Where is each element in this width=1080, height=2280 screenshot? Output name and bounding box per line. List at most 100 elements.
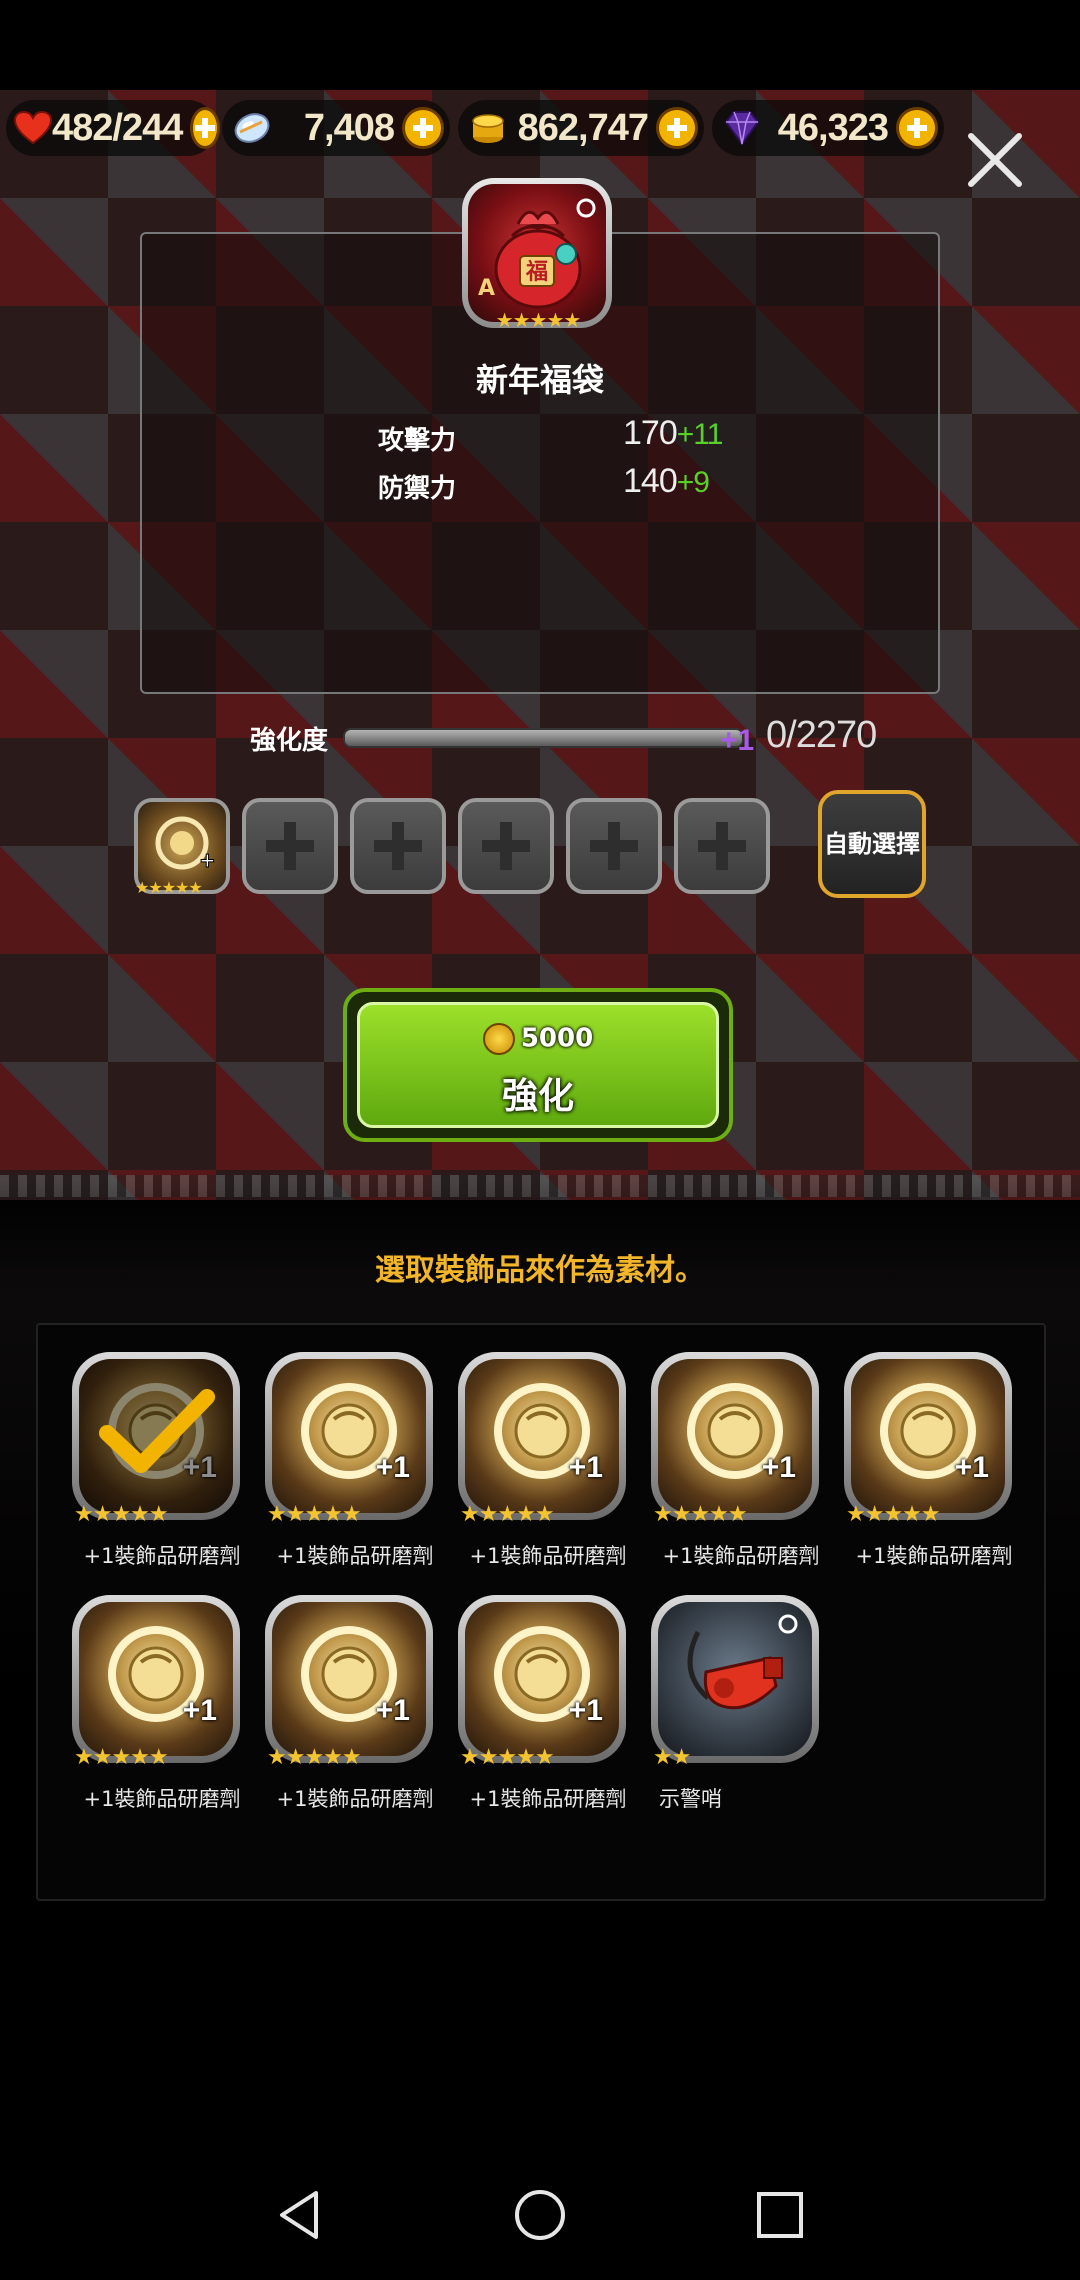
coin-icon xyxy=(482,1023,515,1055)
material-slot-5[interactable] xyxy=(566,798,662,894)
recents-icon[interactable] xyxy=(750,2185,810,2245)
add-slot-icon xyxy=(590,822,638,870)
material-label: +1裝飾品研磨劑 xyxy=(469,1544,627,1568)
material-plus: +1 xyxy=(375,1694,410,1727)
crystal-value: 7,408 xyxy=(303,106,395,149)
material-frame: +1 xyxy=(458,1595,626,1763)
material-slot-2[interactable] xyxy=(242,798,338,894)
equipment-stars: ★★★★★ xyxy=(495,308,582,332)
status-bar-area xyxy=(0,0,1080,90)
polish-orb-icon: +1 xyxy=(465,1602,619,1756)
material-plus: +1 xyxy=(761,1451,796,1484)
material-stars: ★★★★★ xyxy=(846,1502,941,1527)
polish-orb-icon: +1 xyxy=(79,1359,233,1513)
equipment-icon[interactable]: 福 A xyxy=(462,178,612,328)
material-frame: +1 xyxy=(72,1595,240,1763)
add-slot-icon xyxy=(266,822,314,870)
back-icon[interactable] xyxy=(270,2185,330,2245)
material-stars: ★★★★★ xyxy=(460,1745,555,1770)
add-slot-icon xyxy=(374,822,422,870)
material-slot-6[interactable] xyxy=(674,798,770,894)
add-gold-button[interactable] xyxy=(656,107,698,149)
material-plus: +1 xyxy=(954,1451,989,1484)
material-label: +1裝飾品研磨劑 xyxy=(83,1544,241,1568)
purple-gem-icon xyxy=(720,106,764,150)
material-item[interactable]: +1 ★★★★★ +1裝飾品研磨劑 xyxy=(265,1352,435,1568)
slot-plus-text: +1 xyxy=(199,848,217,872)
material-item[interactable]: +1 ★★★★★ +1裝飾品研磨劑 xyxy=(458,1352,628,1568)
add-gem-button[interactable] xyxy=(896,107,938,149)
stamina-value: 482/244 xyxy=(52,106,183,149)
material-plus: +1 xyxy=(375,1451,410,1484)
add-slot-icon xyxy=(482,822,530,870)
enhance-button-label: 強化 xyxy=(501,1076,574,1117)
polish-orb-icon: +1 xyxy=(465,1359,619,1513)
stamina-counter: 482/244 xyxy=(6,100,221,156)
plus-icon xyxy=(667,118,687,138)
enhancement-gain: +1 xyxy=(720,724,755,757)
enhance-button-face: 5000 強化 xyxy=(357,1002,719,1128)
material-frame: +1 xyxy=(265,1595,433,1763)
material-stars: ★★ xyxy=(653,1745,691,1770)
close-icon[interactable] xyxy=(965,130,1025,190)
material-stars: ★★★★★ xyxy=(460,1502,555,1527)
enhance-button[interactable]: 5000 強化 xyxy=(343,988,733,1142)
material-frame: +1 xyxy=(265,1352,433,1520)
polish-orb-icon: +1 xyxy=(79,1602,233,1756)
enhancement-progress-bar xyxy=(343,728,744,748)
material-frame: +1 xyxy=(72,1352,240,1520)
crystal-counter: 7,408 xyxy=(222,100,450,156)
material-stars: ★★★★★ xyxy=(267,1745,362,1770)
material-label: 示警哨 xyxy=(659,1787,722,1811)
material-item[interactable]: +1 ★★★★★ +1裝飾品研磨劑 xyxy=(72,1352,242,1568)
add-slot-icon xyxy=(698,822,746,870)
home-icon[interactable] xyxy=(510,2185,570,2245)
enhance-cost-value: 5000 xyxy=(520,1023,594,1054)
material-plus: +1 xyxy=(568,1694,603,1727)
defense-bonus: +9 xyxy=(676,466,710,499)
polish-orb-icon: +1 xyxy=(658,1359,812,1513)
material-slot-4[interactable] xyxy=(458,798,554,894)
heart-icon xyxy=(14,106,52,150)
equipment-name: 新年福袋 xyxy=(475,361,604,399)
add-crystal-button[interactable] xyxy=(402,107,444,149)
material-label: +1裝飾品研磨劑 xyxy=(276,1787,434,1811)
coin-stack-icon xyxy=(466,106,510,150)
material-slot-3[interactable] xyxy=(350,798,446,894)
material-item[interactable]: +1 ★★★★★ +1裝飾品研磨劑 xyxy=(265,1595,435,1811)
material-label: +1裝飾品研磨劑 xyxy=(469,1787,627,1811)
material-frame xyxy=(651,1595,819,1763)
attack-base: 170 xyxy=(623,414,678,452)
selection-hint: 選取裝飾品來作為素材。 xyxy=(375,1253,705,1288)
gold-value: 862,747 xyxy=(517,106,649,149)
material-item[interactable]: ★★ 示警哨 xyxy=(651,1595,821,1811)
polish-orb-icon: +1 xyxy=(272,1602,426,1756)
enhance-screen: 482/244 7,408 862,747 46,323 福 A ★★★★★ 新… xyxy=(0,0,1080,2280)
material-stars: ★★★★★ xyxy=(267,1502,362,1527)
defense-base: 140 xyxy=(623,462,678,500)
svg-text:福: 福 xyxy=(525,260,548,285)
polish-orb-icon: +1 xyxy=(155,816,217,873)
checkmark-icon xyxy=(79,1359,233,1513)
material-frame: +1 xyxy=(458,1352,626,1520)
defense-value: 140+9 xyxy=(623,462,710,501)
material-stars: ★★★★★ xyxy=(74,1745,169,1770)
attack-value: 170+11 xyxy=(623,414,723,453)
material-item[interactable]: +1 ★★★★★ +1裝飾品研磨劑 xyxy=(651,1352,821,1568)
whistle-icon xyxy=(658,1602,812,1756)
material-stars: ★★★★★ xyxy=(653,1502,748,1527)
material-label: +1裝飾品研磨劑 xyxy=(276,1544,434,1568)
auto-select-button[interactable]: 自動選擇 xyxy=(818,790,926,898)
material-plus: +1 xyxy=(182,1694,217,1727)
material-label: +1裝飾品研磨劑 xyxy=(855,1544,1013,1568)
material-item[interactable]: +1 ★★★★★ +1裝飾品研磨劑 xyxy=(72,1595,242,1811)
material-item[interactable]: +1 ★★★★★ +1裝飾品研磨劑 xyxy=(844,1352,1014,1568)
enhancement-progress-value: 0/2270 xyxy=(766,714,877,756)
material-label: +1裝飾品研磨劑 xyxy=(662,1544,820,1568)
plus-icon xyxy=(413,118,433,138)
plus-icon xyxy=(907,118,927,138)
slot-1-stars: ★★★★★ xyxy=(135,878,203,897)
enhance-cost: 5000 xyxy=(360,1023,716,1055)
material-item[interactable]: +1 ★★★★★ +1裝飾品研磨劑 xyxy=(458,1595,628,1811)
crystal-icon xyxy=(230,106,274,150)
